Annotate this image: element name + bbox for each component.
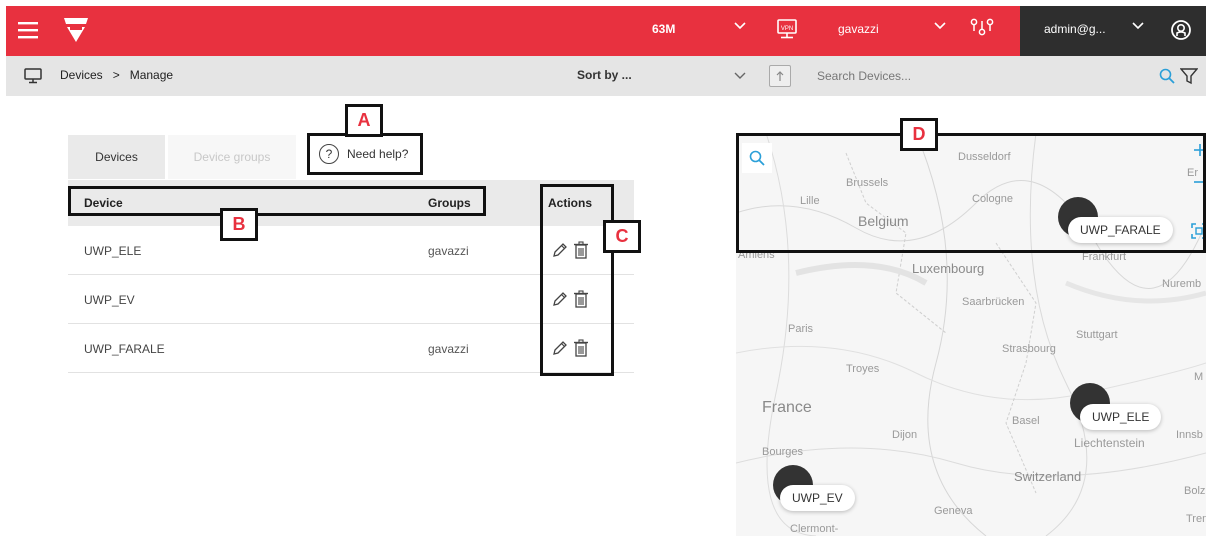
sort-direction-button[interactable] <box>769 65 791 87</box>
sub-bar: Devices > Manage Sort by ... Search Devi… <box>6 56 1206 96</box>
top-bar: 63M VPN gavazzi admin@g... <box>6 6 1206 56</box>
map-label-paris: Paris <box>788 323 814 335</box>
sort-select[interactable]: Sort by ... <box>577 68 632 82</box>
network-icon[interactable] <box>970 17 994 39</box>
help-label: Need help? <box>347 147 409 161</box>
map-label-saarbrucken: Saarbrücken <box>962 296 1025 308</box>
chevron-down-icon[interactable] <box>734 22 746 30</box>
device-name[interactable]: UWP_FARALE <box>84 342 165 356</box>
map-marker-label[interactable]: UWP_EV <box>780 485 855 511</box>
chevron-down-icon[interactable] <box>734 72 746 80</box>
user-name[interactable]: admin@g... <box>1044 22 1106 36</box>
map-label-stuttgart: Stuttgart <box>1076 329 1118 341</box>
breadcrumb-separator: > <box>112 68 120 82</box>
map-label-switzerland: Switzerland <box>1014 469 1082 484</box>
map-label-basel: Basel <box>1012 415 1040 427</box>
map-label-bolz: Bolz <box>1184 485 1206 497</box>
monitor-icon <box>24 67 42 85</box>
device-group: gavazzi <box>428 342 469 356</box>
tab-devices[interactable]: Devices <box>68 135 165 179</box>
vpn-icon[interactable]: VPN <box>776 18 798 40</box>
search-input[interactable]: Search Devices... <box>808 62 1142 90</box>
user-panel: admin@g... <box>1020 6 1206 56</box>
callout-c: C <box>603 220 641 253</box>
callout-a: A <box>345 104 383 137</box>
callout-d: D <box>900 118 938 151</box>
svg-text:VPN: VPN <box>781 26 793 32</box>
map-label-bourges: Bourges <box>762 446 803 458</box>
breadcrumb: Devices > Manage <box>60 68 173 82</box>
callout-b: B <box>220 208 258 241</box>
chevron-down-icon[interactable] <box>934 22 946 30</box>
map-label-strasbourg: Strasbourg <box>1002 343 1056 355</box>
map-label-troyes: Troyes <box>846 363 880 375</box>
map-label-dijon: Dijon <box>892 429 918 441</box>
map-label-france: France <box>762 399 812 416</box>
callout-d-box <box>736 133 1206 253</box>
site-name[interactable]: gavazzi <box>838 22 879 36</box>
map-label-trent: Trent <box>1186 513 1206 525</box>
menu-icon[interactable] <box>18 20 38 40</box>
map-label-clermont: Clermont- <box>790 523 839 535</box>
user-icon[interactable] <box>1170 19 1192 41</box>
map-label-geneva: Geneva <box>934 505 973 517</box>
callout-c-box <box>540 184 614 376</box>
callout-b-box <box>68 186 486 216</box>
logo-icon[interactable] <box>64 18 88 44</box>
device-name[interactable]: UWP_EV <box>84 293 135 307</box>
search-placeholder: Search Devices... <box>817 69 912 83</box>
search-icon[interactable] <box>1159 68 1175 84</box>
chevron-down-icon[interactable] <box>1132 22 1144 30</box>
data-amount: 63M <box>652 22 676 36</box>
map-label-luxembourg: Luxembourg <box>912 261 985 276</box>
map-label-nuremb: Nuremb <box>1162 278 1202 290</box>
device-name[interactable]: UWP_ELE <box>84 244 141 258</box>
breadcrumb-root[interactable]: Devices <box>60 68 103 82</box>
breadcrumb-current: Manage <box>129 68 174 82</box>
question-icon: ? <box>319 144 339 164</box>
device-group: gavazzi <box>428 244 469 258</box>
tab-device-groups[interactable]: Device groups <box>168 135 296 179</box>
map-label-m: M <box>1194 371 1204 383</box>
map-label-liechtenstein: Liechtenstein <box>1074 436 1145 450</box>
map-label-innsb: Innsb <box>1176 429 1203 441</box>
help-button[interactable]: ? Need help? <box>307 133 423 175</box>
filter-icon[interactable] <box>1180 67 1198 85</box>
map-marker-label[interactable]: UWP_ELE <box>1080 404 1162 430</box>
arrow-up-icon <box>776 71 784 81</box>
